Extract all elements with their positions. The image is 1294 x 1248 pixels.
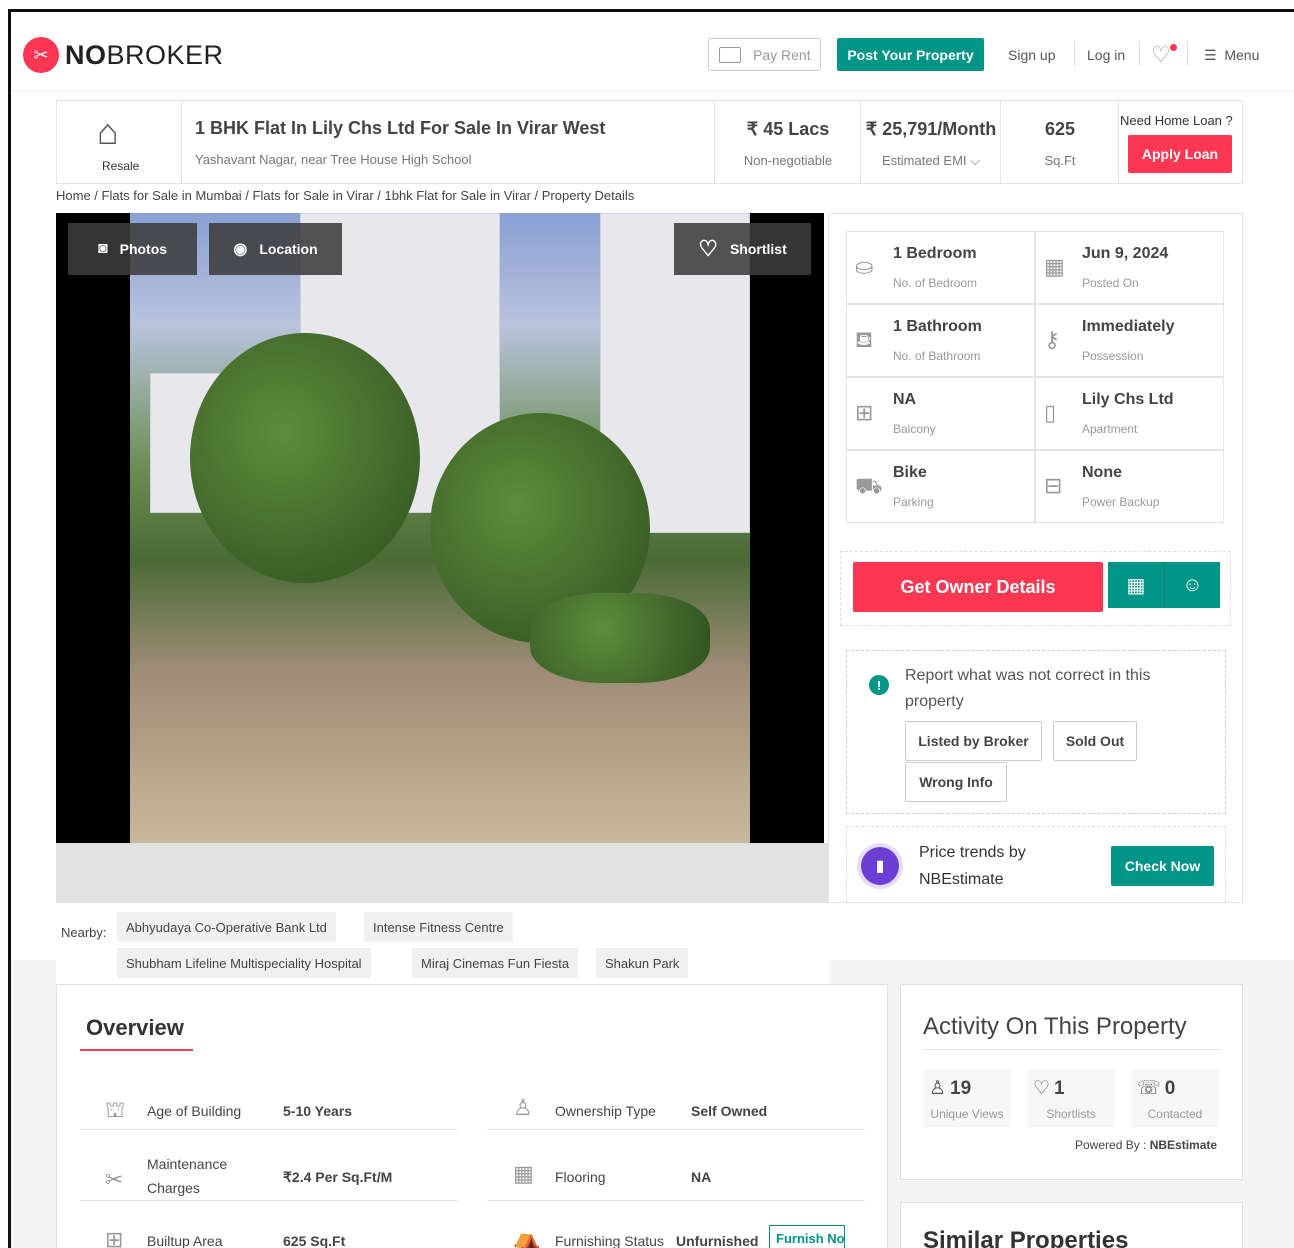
stat-unique-views: ♙ 19 Unique Views: [923, 1069, 1011, 1127]
get-owner-details-button[interactable]: Get Owner Details: [853, 562, 1103, 612]
browser-page: ✂ NOBROKER Pay Rent Post Your Property S…: [8, 9, 1294, 1248]
detail-bedroom: ⛀ 1 Bedroom No. of Bedroom: [846, 231, 1035, 304]
emi-dropdown[interactable]: Estimated EMI ⌵: [861, 153, 1001, 169]
bathtub-icon: ⛾: [855, 327, 873, 352]
nearby-place[interactable]: Shubham Lifeline Multispeciality Hospita…: [117, 948, 371, 978]
detail-power-backup: ⊟ None Power Backup: [1035, 450, 1224, 523]
nearby-section: Nearby: Abhyudaya Co-Operative Bank Ltd …: [56, 907, 829, 987]
chat-button[interactable]: ☺: [1164, 562, 1220, 608]
area-unit: Sq.Ft: [1044, 153, 1076, 168]
chart-icon: ▮: [861, 847, 899, 885]
car-icon: ⛟: [855, 473, 883, 498]
emi-value: ₹ 25,791/Month: [865, 119, 997, 139]
nearby-label: Nearby:: [61, 925, 107, 940]
calendar-icon: ▦: [1044, 254, 1065, 279]
hamburger-icon: ☰: [1204, 47, 1217, 63]
furnish-now-button[interactable]: Furnish Now: [769, 1225, 845, 1248]
price-trends-section: ▮ Price trends by NBEstimate Check Now: [846, 826, 1226, 902]
home-loan-question: Need Home Loan ?: [1120, 113, 1233, 128]
chevron-down-icon: ⌵: [970, 153, 980, 168]
post-property-button[interactable]: Post Your Property: [837, 38, 984, 71]
heart-icon: ♡: [1033, 1078, 1051, 1099]
property-info-panel: ⛀ 1 Bedroom No. of Bedroom ▦ Jun 9, 2024…: [828, 213, 1243, 903]
detail-bathroom: ⛾ 1 Bathroom No. of Bathroom: [846, 304, 1035, 377]
tools-icon: ✂: [105, 1167, 124, 1192]
property-gallery[interactable]: ◙ Photos ◉ Location ♡ Shortlist: [56, 213, 824, 843]
shortlist-button[interactable]: ♡ Shortlist: [674, 223, 811, 275]
breadcrumb[interactable]: Home / Flats for Sale in Mumbai / Flats …: [56, 188, 634, 203]
calendar-icon: ▦: [1126, 574, 1146, 597]
compass-icon: ◉: [233, 241, 248, 258]
area-icon: ⊞: [105, 1227, 124, 1248]
sofa-icon: ⛺: [513, 1225, 541, 1248]
alert-icon: !: [869, 675, 889, 695]
powered-by: Powered By : NBEstimate: [1075, 1138, 1218, 1152]
chip-sold-out[interactable]: Sold Out: [1053, 721, 1137, 761]
similar-properties-section: Similar Properties: [900, 1202, 1243, 1248]
log-in-link[interactable]: Log in: [1087, 47, 1125, 63]
key-icon: ⚷: [1044, 327, 1061, 352]
contact-actions: Get Owner Details ▦ ☺: [840, 551, 1231, 626]
area-value: 625: [1044, 119, 1076, 139]
stat-shortlists: ♡ 1 Shortlists: [1027, 1069, 1115, 1127]
user-icon: ♙: [929, 1078, 947, 1099]
overview-section: Overview ⛫ Age of Building 5-10 Years ♙ …: [56, 984, 888, 1248]
card-icon: [719, 46, 741, 63]
nearby-place[interactable]: Abhyudaya Co-Operative Bank Ltd: [117, 912, 336, 942]
overview-title: Overview: [86, 1015, 184, 1040]
similar-properties-title: Similar Properties: [923, 1227, 1129, 1248]
chip-wrong-info[interactable]: Wrong Info: [905, 762, 1007, 802]
schedule-visit-button[interactable]: ▦: [1108, 562, 1164, 608]
stat-contacted: ☏ 0 Contacted: [1131, 1069, 1219, 1127]
nearby-place[interactable]: Intense Fitness Centre: [364, 912, 513, 942]
report-text: Report what was not correct in this prop…: [905, 667, 1151, 710]
nearby-place[interactable]: Miraj Cinemas Fun Fiesta: [412, 948, 579, 978]
battery-icon: ⊟: [1044, 473, 1063, 498]
logo-icon: ✂: [23, 37, 59, 73]
detail-possession: ⚷ Immediately Possession: [1035, 304, 1224, 377]
detail-apartment: ▯ Lily Chs Ltd Apartment: [1035, 377, 1224, 450]
tiles-icon: ▦: [513, 1161, 534, 1186]
sign-up-link[interactable]: Sign up: [1008, 47, 1055, 63]
camera-icon: ◙: [97, 240, 108, 257]
property-photo[interactable]: [130, 213, 750, 843]
site-header: ✂ NOBROKER Pay Rent Post Your Property S…: [11, 12, 1294, 92]
chip-listed-by-broker[interactable]: Listed by Broker: [905, 721, 1042, 761]
detail-posted-on: ▦ Jun 9, 2024 Posted On: [1035, 231, 1224, 304]
check-now-button[interactable]: Check Now: [1111, 846, 1214, 886]
location-button[interactable]: ◉ Location: [209, 223, 342, 275]
detail-balcony: ⊞ NA Balcony: [846, 377, 1035, 450]
report-section: ! Report what was not correct in this pr…: [846, 650, 1226, 814]
bed-icon: ⛀: [855, 254, 874, 279]
photos-button[interactable]: ◙ Photos: [68, 223, 197, 275]
nearby-place[interactable]: Shakun Park: [596, 948, 689, 978]
nobroker-logo[interactable]: ✂ NOBROKER: [23, 37, 224, 73]
notification-dot: [1170, 44, 1177, 51]
cake-icon: ⛫: [105, 1097, 126, 1122]
menu-button[interactable]: ☰ Menu: [1204, 47, 1259, 64]
activity-title: Activity On This Property: [923, 1013, 1187, 1040]
heart-icon[interactable]: ♡: [1151, 42, 1171, 68]
building-icon: ▯: [1044, 400, 1057, 425]
activity-section: Activity On This Property ♙ 19 Unique Vie…: [900, 984, 1243, 1180]
chat-icon: ☺: [1182, 573, 1203, 596]
balcony-icon: ⊞: [855, 400, 874, 425]
ownership-icon: ♙: [513, 1095, 533, 1120]
property-title-bar: ⌂ Resale 1 BHK Flat In Lily Chs Ltd For …: [56, 100, 1243, 184]
phone-icon: ☏: [1137, 1078, 1161, 1099]
price-value: ₹ 45 Lacs: [746, 119, 830, 139]
apply-loan-button[interactable]: Apply Loan: [1128, 135, 1232, 173]
detail-parking: ⛟ Bike Parking: [846, 450, 1035, 523]
price-note: Non-negotiable: [743, 153, 833, 168]
pay-rent-button[interactable]: Pay Rent: [708, 38, 821, 71]
heart-outline-icon: ♡: [698, 236, 718, 261]
